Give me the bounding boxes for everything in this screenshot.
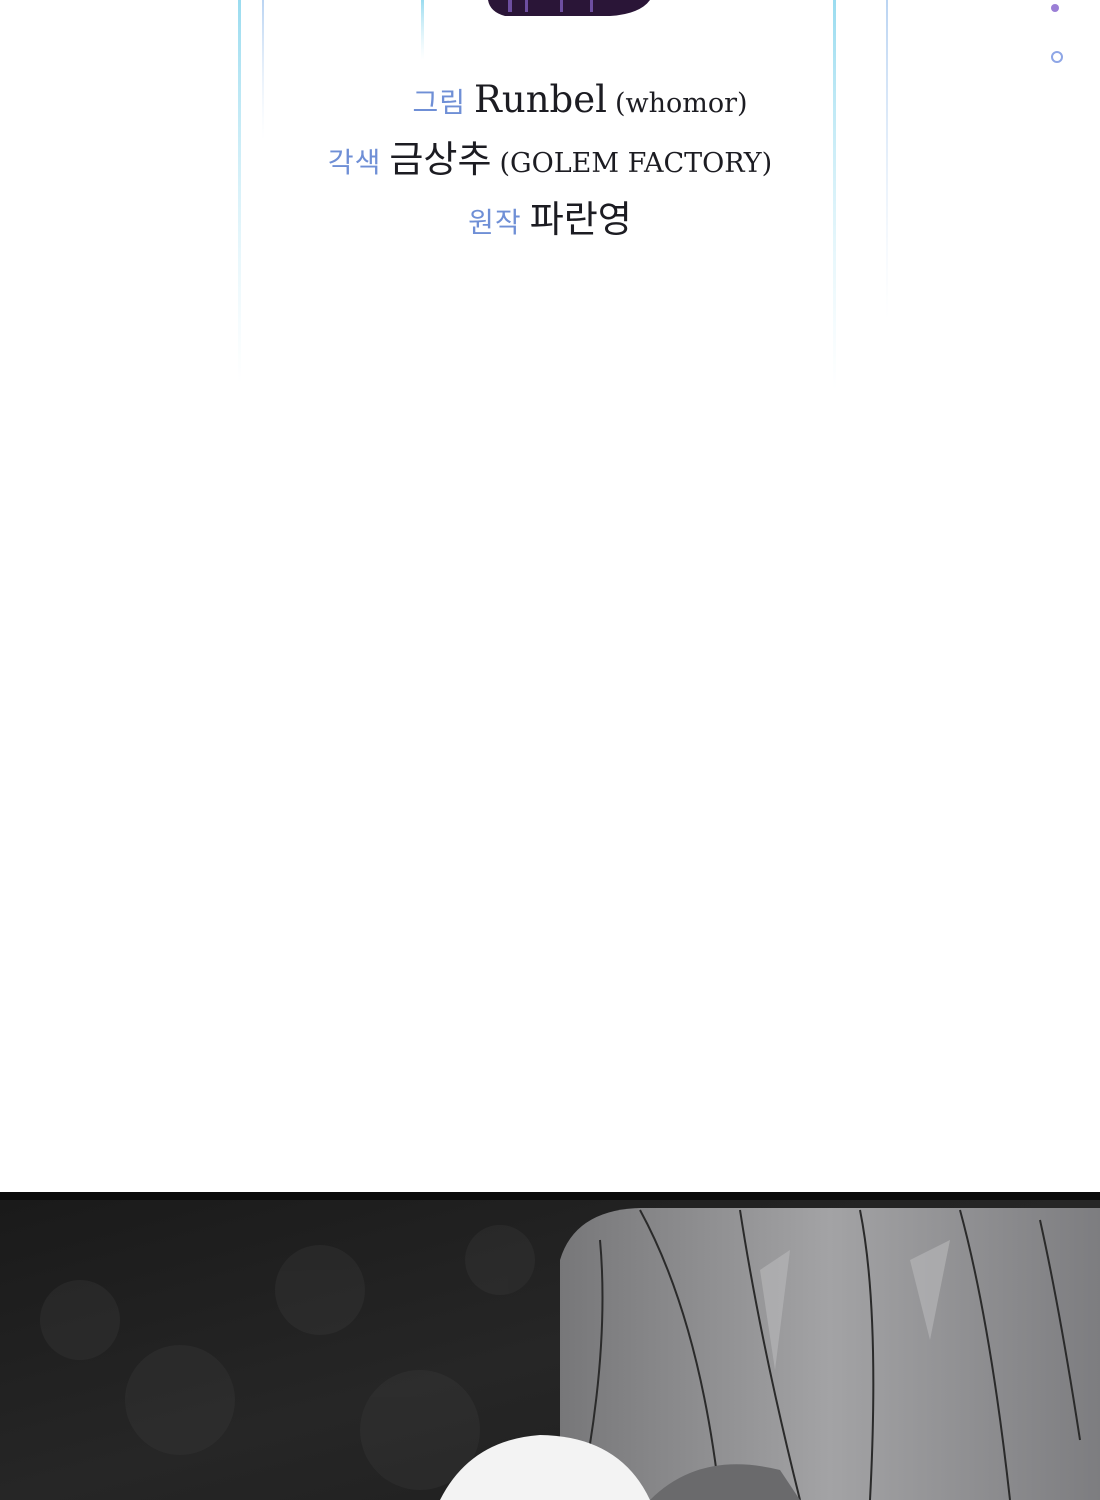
credit-role: 각색 xyxy=(327,146,382,179)
title-logo-fragment xyxy=(488,0,650,16)
character-hair xyxy=(560,1208,1100,1500)
credit-line-adaptation: 각색 금상추 (GOLEM FACTORY) xyxy=(0,130,1100,190)
webtoon-page: 그림 Runbel (whomor) 각색 금상추 (GOLEM FACTORY) … xyxy=(0,0,1100,1500)
sparkle xyxy=(1051,4,1059,12)
credit-extra: (whomor) xyxy=(614,88,748,119)
credit-role: 그림 xyxy=(412,86,466,119)
comic-panel xyxy=(0,1192,1100,1500)
credit-name: 금상추 xyxy=(389,138,492,181)
credits-block: 그림 Runbel (whomor) 각색 금상추 (GOLEM FACTORY) … xyxy=(0,70,1100,250)
credit-role: 원작 xyxy=(468,206,522,239)
credit-name: Runbel xyxy=(474,78,607,121)
credit-line-art: 그림 Runbel (whomor) xyxy=(60,70,1100,130)
credit-extra: (GOLEM FACTORY) xyxy=(499,148,773,179)
credit-name: 파란영 xyxy=(529,198,632,241)
credit-line-original: 원작 파란영 xyxy=(0,190,1100,250)
